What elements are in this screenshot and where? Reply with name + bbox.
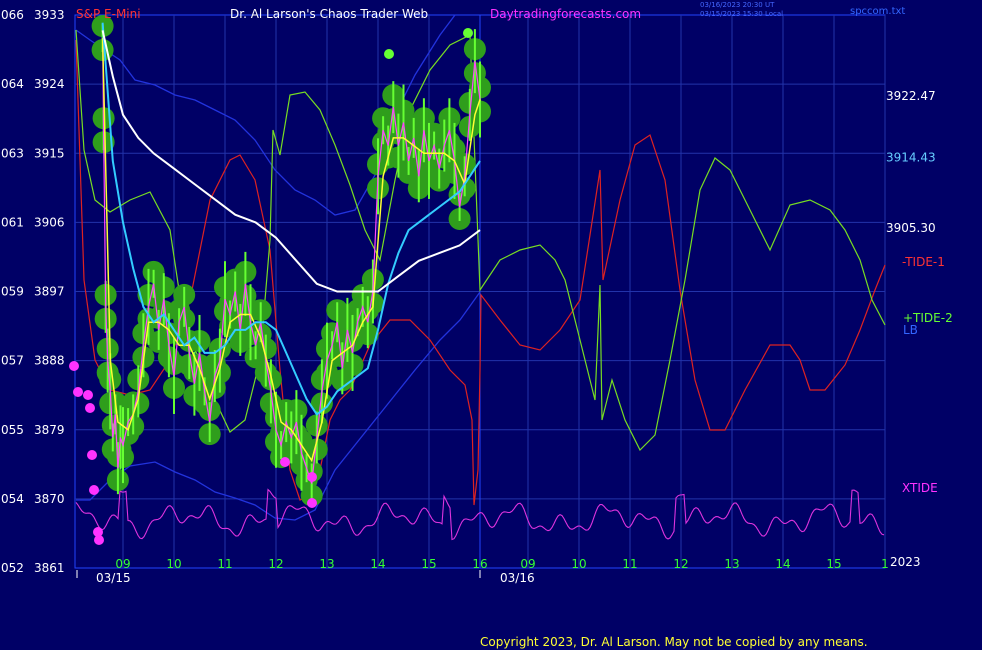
signal-dot xyxy=(307,472,317,482)
symbol-label: S&P E-Mini xyxy=(76,7,141,21)
timestamp-ut: 03/16/2023 20:30 UT xyxy=(700,1,775,9)
y-axis-code: 054 xyxy=(1,492,24,506)
x-axis-tick-label: 14 xyxy=(775,557,790,571)
chart-title: Dr. Al Larson's Chaos Trader Web xyxy=(230,7,428,21)
x-axis-tick-label: 11 xyxy=(622,557,637,571)
x-axis-tick-label: 12 xyxy=(268,557,283,571)
x-axis-tick-label: 10 xyxy=(571,557,586,571)
y-axis-code: 061 xyxy=(1,215,24,229)
x-axis-tick-label: 16 xyxy=(472,557,487,571)
x-axis-tick-label: 11 xyxy=(217,557,232,571)
series-label: LB xyxy=(903,323,918,337)
file-label: spccom.txt xyxy=(850,6,905,17)
y-axis-tick-label: 3933 xyxy=(34,8,65,22)
x-axis-tick-label: 09 xyxy=(520,557,535,571)
date-label: 03/15 xyxy=(96,571,131,585)
signal-dot xyxy=(463,28,473,38)
y-axis-tick-label: 3870 xyxy=(34,492,65,506)
signal-dot xyxy=(280,457,290,467)
x-axis-tick-label: 10 xyxy=(166,557,181,571)
x-axis-tick-label: 13 xyxy=(319,557,334,571)
signal-dot xyxy=(384,49,394,59)
x-axis-tick-label: 14 xyxy=(370,557,385,571)
signal-dot xyxy=(85,403,95,413)
y-axis-tick-label: 3861 xyxy=(34,561,65,575)
x-axis-tick-label: 12 xyxy=(673,557,688,571)
price-level-label: 3914.43 xyxy=(886,151,936,165)
series-label: XTIDE xyxy=(902,481,938,495)
year-label: 2023 xyxy=(890,555,921,569)
y-axis-code: 057 xyxy=(1,354,24,368)
y-axis-code: 066 xyxy=(1,8,24,22)
signal-dot xyxy=(73,387,83,397)
date-label: 03/16 xyxy=(500,571,535,585)
signal-dot xyxy=(94,535,104,545)
y-axis-tick-label: 3888 xyxy=(34,354,65,368)
x-axis-tick-label: 15 xyxy=(826,557,841,571)
y-axis-code: 052 xyxy=(1,561,24,575)
y-axis-tick-label: 3879 xyxy=(34,423,65,437)
x-axis-tick-label: 13 xyxy=(724,557,739,571)
signal-dot xyxy=(307,498,317,508)
y-axis-tick-label: 3897 xyxy=(34,285,65,299)
y-axis-code: 059 xyxy=(1,285,24,299)
x-axis-tick-label: 1 xyxy=(881,557,889,571)
signal-dot xyxy=(83,390,93,400)
x-axis-tick-label: 15 xyxy=(421,557,436,571)
y-axis-tick-label: 3915 xyxy=(34,146,65,160)
signal-dot xyxy=(69,361,79,371)
y-axis-code: 063 xyxy=(1,146,24,160)
copyright-text: Copyright 2023, Dr. Al Larson. May not b… xyxy=(480,635,868,649)
y-axis-tick-label: 3924 xyxy=(34,77,65,91)
chart-canvas: 066 3933 064 3924 063 3915 061 3906 059 3897 057 38… xyxy=(0,0,982,650)
site-link[interactable]: Daytradingforecasts.com xyxy=(490,7,641,21)
signal-dot xyxy=(87,450,97,460)
price-level-label: 3922.47 xyxy=(886,89,936,103)
y-axis-code: 055 xyxy=(1,423,24,437)
y-axis-code: 064 xyxy=(1,77,24,91)
signal-dot xyxy=(89,485,99,495)
timestamp-local: 03/15/2023 15:30 Local xyxy=(700,10,783,18)
series-label: -TIDE-1 xyxy=(902,255,945,269)
price-level-label: 3905.30 xyxy=(886,221,936,235)
x-axis-tick-label: 09 xyxy=(115,557,130,571)
y-axis-tick-label: 3906 xyxy=(34,215,65,229)
